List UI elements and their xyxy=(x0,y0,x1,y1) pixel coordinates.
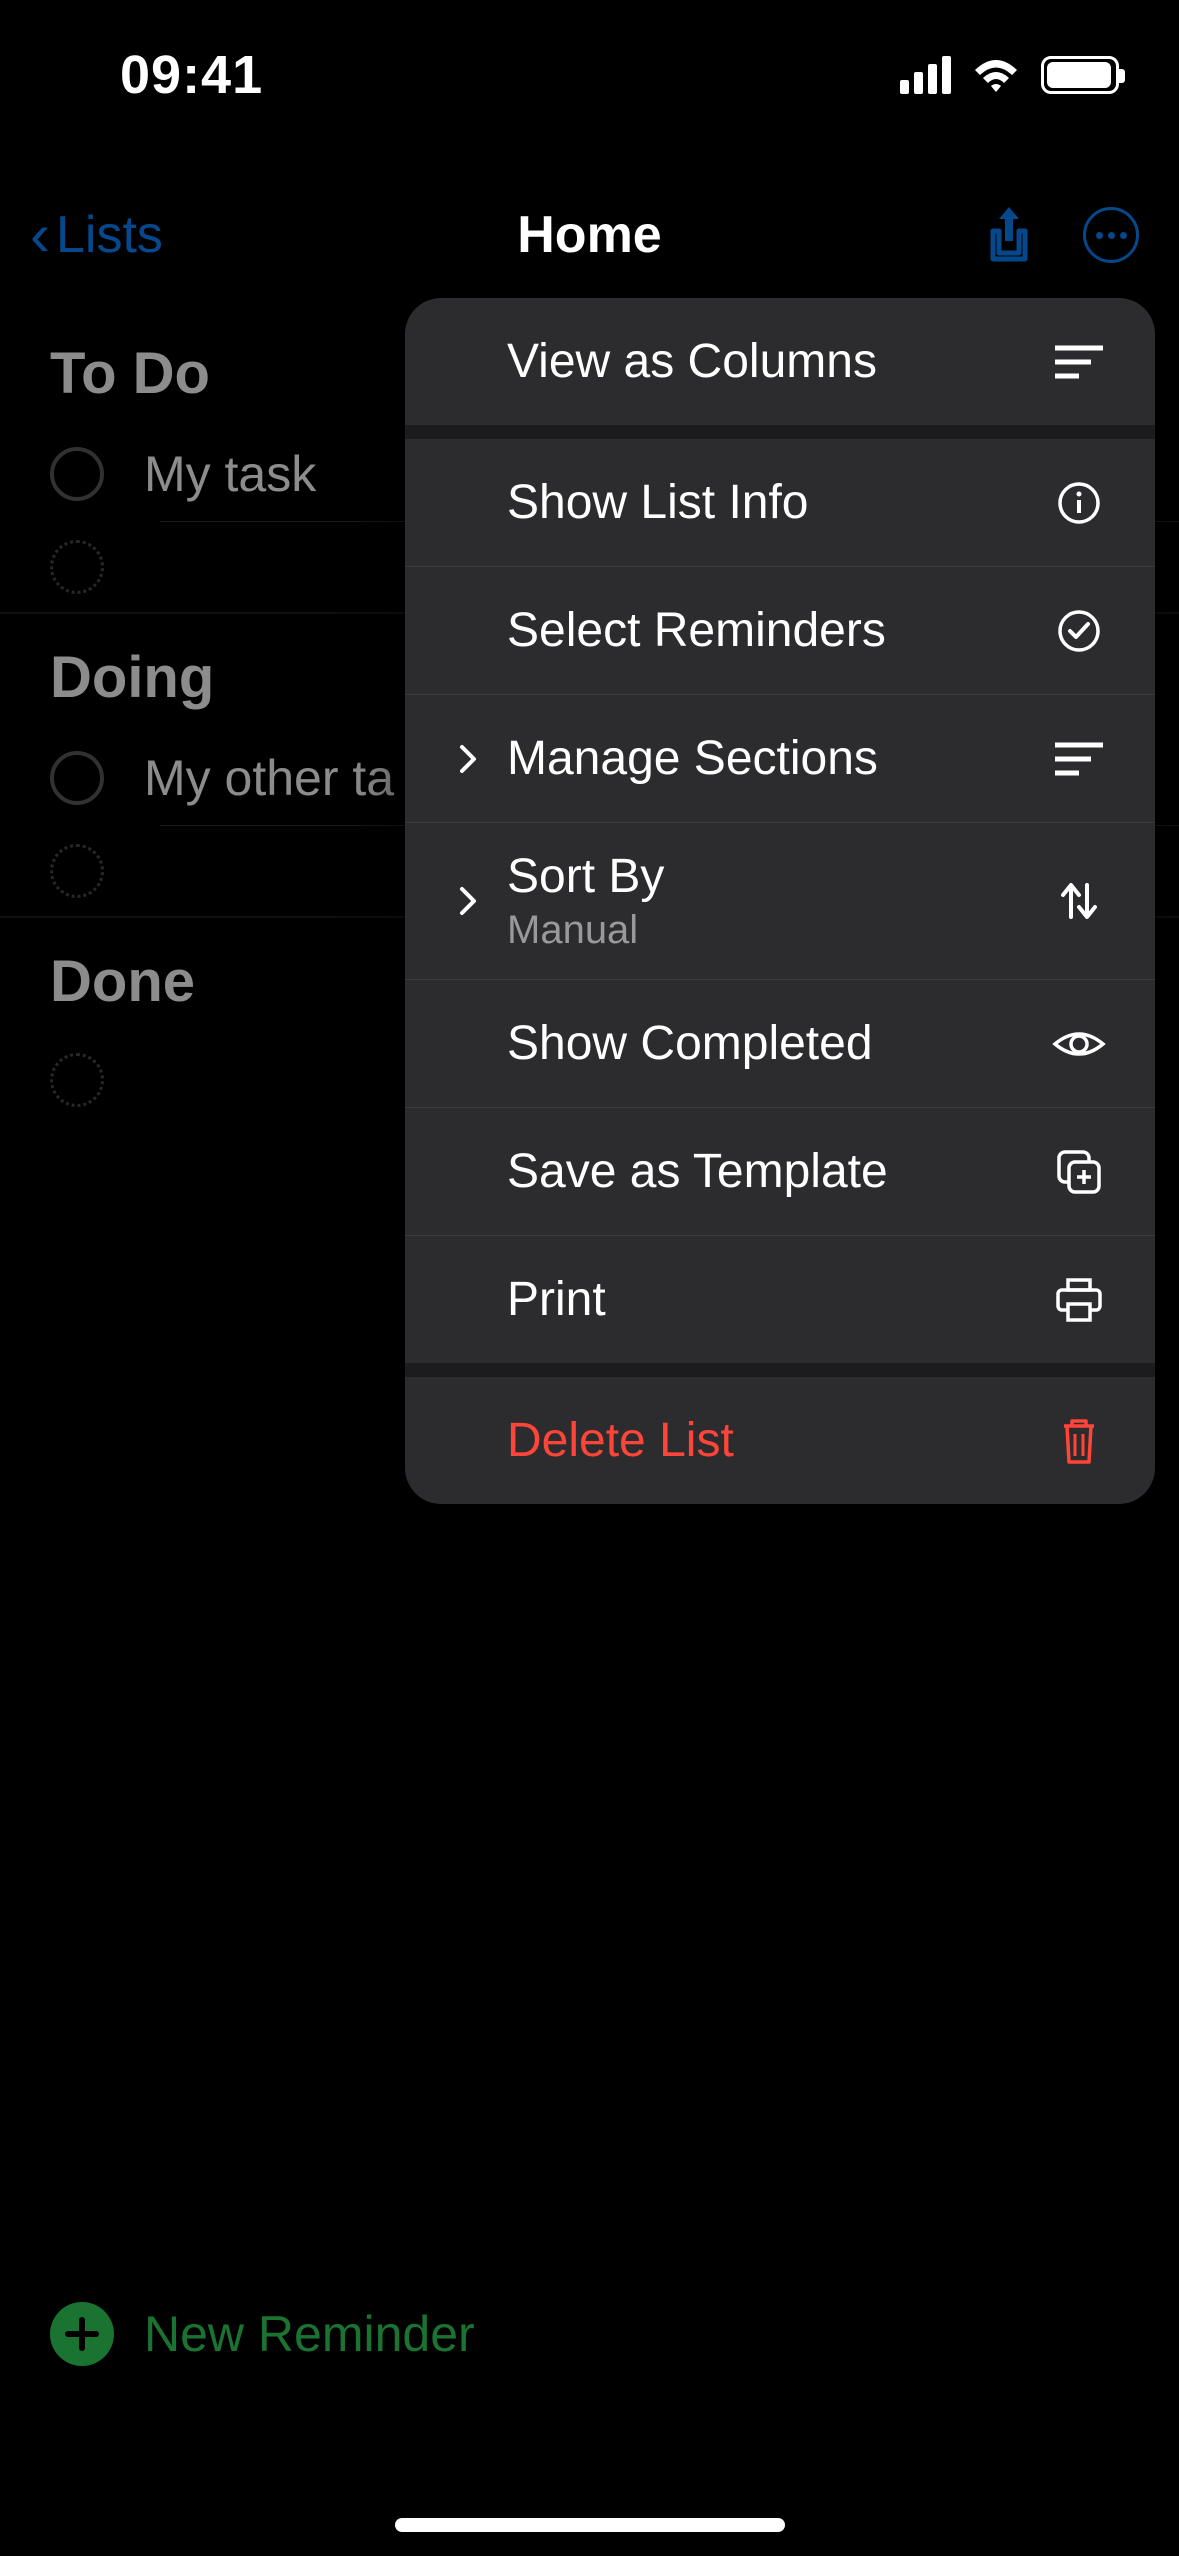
back-label: Lists xyxy=(56,205,163,265)
menu-label: Select Reminders xyxy=(507,603,886,658)
menu-print[interactable]: Print xyxy=(405,1236,1155,1363)
eye-icon xyxy=(1051,1024,1107,1064)
status-time: 09:41 xyxy=(120,44,263,106)
reminder-checkbox-placeholder xyxy=(50,1053,104,1107)
share-button[interactable] xyxy=(985,205,1033,265)
reminder-text[interactable]: My task xyxy=(144,445,316,503)
chevron-right-icon xyxy=(453,885,483,917)
back-button[interactable]: ‹ Lists xyxy=(30,205,163,265)
printer-icon xyxy=(1051,1276,1107,1324)
sort-arrows-icon xyxy=(1051,877,1107,925)
reminder-text[interactable]: My other ta xyxy=(144,749,394,807)
checkmark-circle-icon xyxy=(1051,609,1107,653)
sections-icon xyxy=(1051,740,1107,778)
menu-label: Show List Info xyxy=(507,475,809,530)
more-button[interactable] xyxy=(1083,207,1139,263)
menu-delete-list[interactable]: Delete List xyxy=(405,1377,1155,1504)
wifi-icon xyxy=(971,56,1021,94)
nav-bar: ‹ Lists Home xyxy=(0,180,1179,290)
menu-label: Save as Template xyxy=(507,1144,888,1199)
menu-show-completed[interactable]: Show Completed xyxy=(405,980,1155,1107)
reminder-checkbox[interactable] xyxy=(50,751,104,805)
home-indicator[interactable] xyxy=(395,2518,785,2532)
reminder-checkbox-placeholder xyxy=(50,540,104,594)
menu-label: Sort By xyxy=(507,849,664,904)
menu-label: Manage Sections xyxy=(507,731,878,786)
new-reminder-label: New Reminder xyxy=(144,2305,475,2363)
plus-circle-icon xyxy=(50,2302,114,2366)
menu-label: Delete List xyxy=(507,1413,734,1468)
cellular-signal-icon xyxy=(900,56,951,94)
menu-manage-sections[interactable]: Manage Sections xyxy=(405,695,1155,822)
trash-icon xyxy=(1051,1416,1107,1466)
reminder-checkbox[interactable] xyxy=(50,447,104,501)
new-reminder-button[interactable]: New Reminder xyxy=(50,2302,475,2366)
columns-icon xyxy=(1051,343,1107,381)
template-plus-icon xyxy=(1051,1148,1107,1196)
menu-select-reminders[interactable]: Select Reminders xyxy=(405,567,1155,694)
chevron-left-icon: ‹ xyxy=(30,205,50,265)
battery-icon xyxy=(1041,56,1119,94)
menu-sublabel: Manual xyxy=(507,908,664,953)
chevron-right-icon xyxy=(453,743,483,775)
info-icon xyxy=(1051,481,1107,525)
menu-view-as-columns[interactable]: View as Columns xyxy=(405,298,1155,425)
ellipsis-icon xyxy=(1096,232,1127,239)
menu-label: Print xyxy=(507,1272,606,1327)
menu-show-list-info[interactable]: Show List Info xyxy=(405,439,1155,566)
menu-label: Show Completed xyxy=(507,1016,873,1071)
menu-save-as-template[interactable]: Save as Template xyxy=(405,1108,1155,1235)
status-bar: 09:41 xyxy=(0,0,1179,150)
reminder-checkbox-placeholder xyxy=(50,844,104,898)
menu-sort-by[interactable]: Sort By Manual xyxy=(405,823,1155,979)
context-menu: View as Columns Show List Info Select Re… xyxy=(405,298,1155,1504)
status-icons xyxy=(900,56,1119,94)
menu-label: View as Columns xyxy=(507,334,877,389)
